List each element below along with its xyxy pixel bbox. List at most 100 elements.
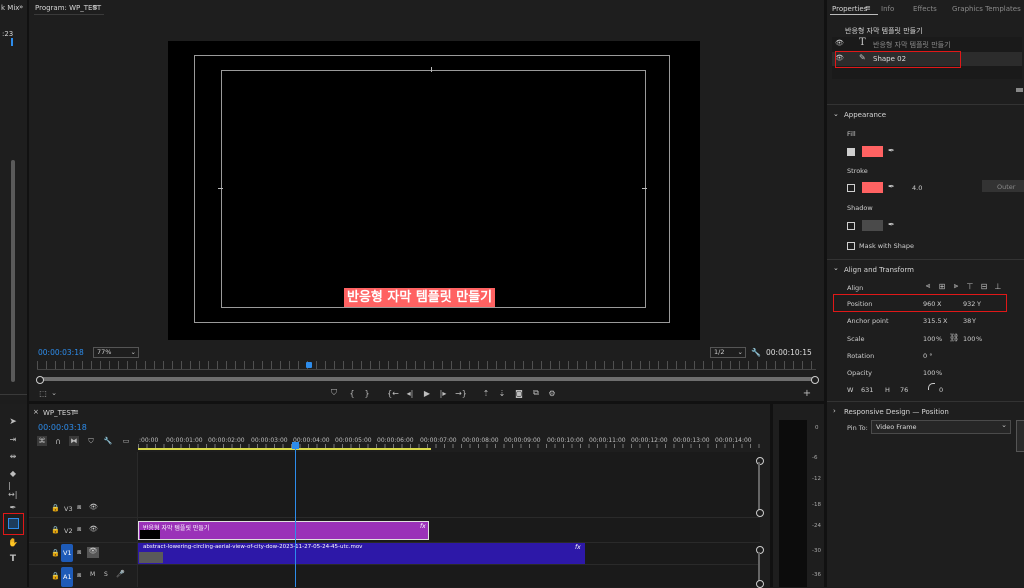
mask-checkbox[interactable] (847, 242, 855, 250)
align-center-h-icon[interactable]: ⊞ (937, 281, 947, 291)
corner-radius-value[interactable]: 0 (939, 386, 943, 394)
chevron-down-icon[interactable]: ⌄ (833, 264, 839, 272)
align-bottom-icon[interactable]: ⊥ (993, 281, 1003, 291)
lock-icon[interactable]: 🔒 (51, 504, 60, 512)
height-value[interactable]: 76 (900, 386, 908, 394)
comparison-view-icon[interactable]: ⧉ (531, 388, 541, 398)
tab-graphics-templates[interactable]: Graphics Templates (952, 5, 1021, 13)
mute-button[interactable]: M (90, 571, 95, 578)
captions-icon[interactable]: ▭ (121, 436, 131, 446)
responsive-heading[interactable]: Responsive Design — Position (844, 408, 949, 416)
chevron-down-icon[interactable]: ⌄ (833, 110, 839, 118)
chevron-down-icon[interactable]: ⌄ (50, 388, 58, 398)
zoom-handle-left[interactable] (36, 376, 44, 384)
lift-icon[interactable]: ⇡ (481, 388, 491, 398)
track-header-a1[interactable]: 🔒 A1 ⧈ M S 🎤 (29, 566, 137, 587)
left-scrollbar[interactable] (11, 160, 15, 382)
playhead-line[interactable] (295, 449, 296, 587)
eye-icon[interactable]: 👁 (87, 547, 99, 558)
mini-ruler[interactable] (37, 361, 816, 370)
align-left-icon[interactable]: ⫷ (923, 281, 933, 291)
linked-selection-icon[interactable]: ⧓ (69, 436, 79, 446)
go-to-in-icon[interactable]: {← (387, 388, 399, 398)
nest-icon[interactable]: ⌘ (37, 436, 47, 446)
properties-menu-icon[interactable]: ≡ (865, 4, 871, 12)
sync-lock-icon[interactable]: ⧈ (77, 503, 81, 512)
camera-icon[interactable]: ◙ (514, 388, 524, 398)
zoom-select[interactable]: 77% ⌄ (93, 347, 139, 358)
razor-tool-icon[interactable]: ◆ (8, 468, 18, 478)
mark-out-icon[interactable]: } (362, 388, 372, 398)
add-marker-icon[interactable]: ⛉ (329, 388, 339, 398)
clip-v1-video[interactable]: abstract-lowering-circling-aerial-view-o… (138, 543, 585, 564)
folder-icon[interactable] (1016, 88, 1023, 92)
video-frame[interactable]: 반응형 자막 템플릿 만들기 (168, 41, 700, 340)
align-center-v-icon[interactable]: ⊟ (979, 281, 989, 291)
align-top-icon[interactable]: ⊤ (965, 281, 975, 291)
mark-in-icon[interactable]: { (347, 388, 357, 398)
eyedropper-icon[interactable]: ✒ (888, 182, 895, 191)
align-right-icon[interactable]: ⫸ (951, 281, 961, 291)
step-forward-icon[interactable]: |▸ (438, 388, 448, 398)
settings-icon[interactable]: ⚙ (547, 388, 557, 398)
wrench-icon[interactable]: 🔧 (751, 347, 761, 357)
ripple-edit-tool-icon[interactable]: ⇹ (8, 451, 18, 461)
pin-widget[interactable] (1016, 420, 1024, 452)
shadow-color-swatch[interactable] (862, 220, 883, 231)
eye-icon[interactable]: 👁 (89, 525, 98, 533)
play-icon[interactable]: ▶ (422, 388, 432, 398)
mini-playhead[interactable] (306, 362, 312, 368)
work-area-bar[interactable] (138, 448, 431, 450)
track-header-v2[interactable]: 🔒 V2 ⧈ 👁 (29, 521, 137, 540)
selection-tool-icon[interactable]: ➤ (8, 417, 18, 427)
tab-properties[interactable]: Properties (832, 5, 867, 13)
tab-effects[interactable]: Effects (913, 5, 937, 13)
timeline-menu-icon[interactable]: ≡ (73, 408, 79, 416)
eyedropper-icon[interactable]: ✒ (888, 220, 895, 229)
appearance-heading[interactable]: Appearance (844, 111, 886, 119)
timeline-close-icon[interactable]: × (33, 408, 39, 416)
track-header-v3[interactable]: 🔒 V3 ⧈ 👁 (29, 500, 137, 517)
sync-lock-icon[interactable]: ⧈ (77, 571, 81, 580)
zoom-handle-right[interactable] (811, 376, 819, 384)
snap-icon[interactable]: ∩ (53, 436, 63, 446)
sync-lock-icon[interactable]: ⧈ (77, 548, 81, 557)
plus-icon[interactable]: + (802, 388, 812, 399)
timeline-timecode[interactable]: 00:00:03:18 (38, 423, 87, 432)
link-icon[interactable]: ⛓ (949, 333, 959, 342)
stroke-width[interactable]: 4.0 (912, 184, 922, 192)
panel-expand-icon[interactable]: » (19, 3, 23, 11)
stroke-checkbox[interactable] (847, 184, 855, 192)
opacity-value[interactable]: 100 (923, 369, 935, 377)
anchor-y-value[interactable]: 38 (963, 317, 971, 325)
chevron-right-icon[interactable]: › (833, 407, 836, 415)
zoom-scrollbar[interactable] (37, 377, 816, 381)
fill-checkbox[interactable] (847, 148, 855, 156)
resolution-select[interactable]: 1/2 ⌄ (710, 347, 746, 358)
pen-tool-icon[interactable]: ✒ (8, 502, 18, 512)
layer-row-text[interactable]: 👁 T 반응형 자막 템플릿 만들기 (832, 37, 1022, 51)
clip-v2-graphic[interactable]: 반응형 자막 템플릿 만들기 fx (138, 521, 429, 540)
track-select-tool-icon[interactable]: ⇥ (8, 434, 18, 444)
program-timecode[interactable]: 00:00:03:18 (38, 348, 84, 357)
lock-icon[interactable]: 🔒 (51, 526, 60, 534)
slip-tool-icon[interactable]: |↔| (8, 481, 18, 499)
pin-to-select[interactable]: Video Frame ⌄ (871, 420, 1011, 434)
shadow-checkbox[interactable] (847, 222, 855, 230)
solo-button[interactable]: S (104, 571, 108, 578)
lock-icon[interactable]: 🔒 (51, 549, 60, 557)
timeline-title[interactable]: WP_TEST (43, 409, 75, 417)
caption-text[interactable]: 반응형 자막 템플릿 만들기 (344, 288, 496, 307)
safe-margins-icon[interactable]: ⬚ (38, 388, 48, 398)
eyedropper-icon[interactable]: ✒ (888, 146, 895, 155)
step-back-icon[interactable]: ◂| (405, 388, 415, 398)
extract-icon[interactable]: ⇣ (497, 388, 507, 398)
microphone-icon[interactable]: 🎤 (116, 570, 125, 578)
stroke-color-swatch[interactable] (862, 182, 883, 193)
timeline-scroll-handle-mid[interactable] (756, 509, 764, 517)
track-header-v1[interactable]: 🔒 V1 ⧈ 👁 (29, 543, 137, 564)
eye-icon[interactable]: 👁 (89, 503, 98, 511)
timeline-vertical-scrollbar[interactable] (758, 462, 760, 512)
wrench-icon[interactable]: 🔧 (103, 436, 113, 446)
track-area[interactable] (138, 452, 760, 587)
